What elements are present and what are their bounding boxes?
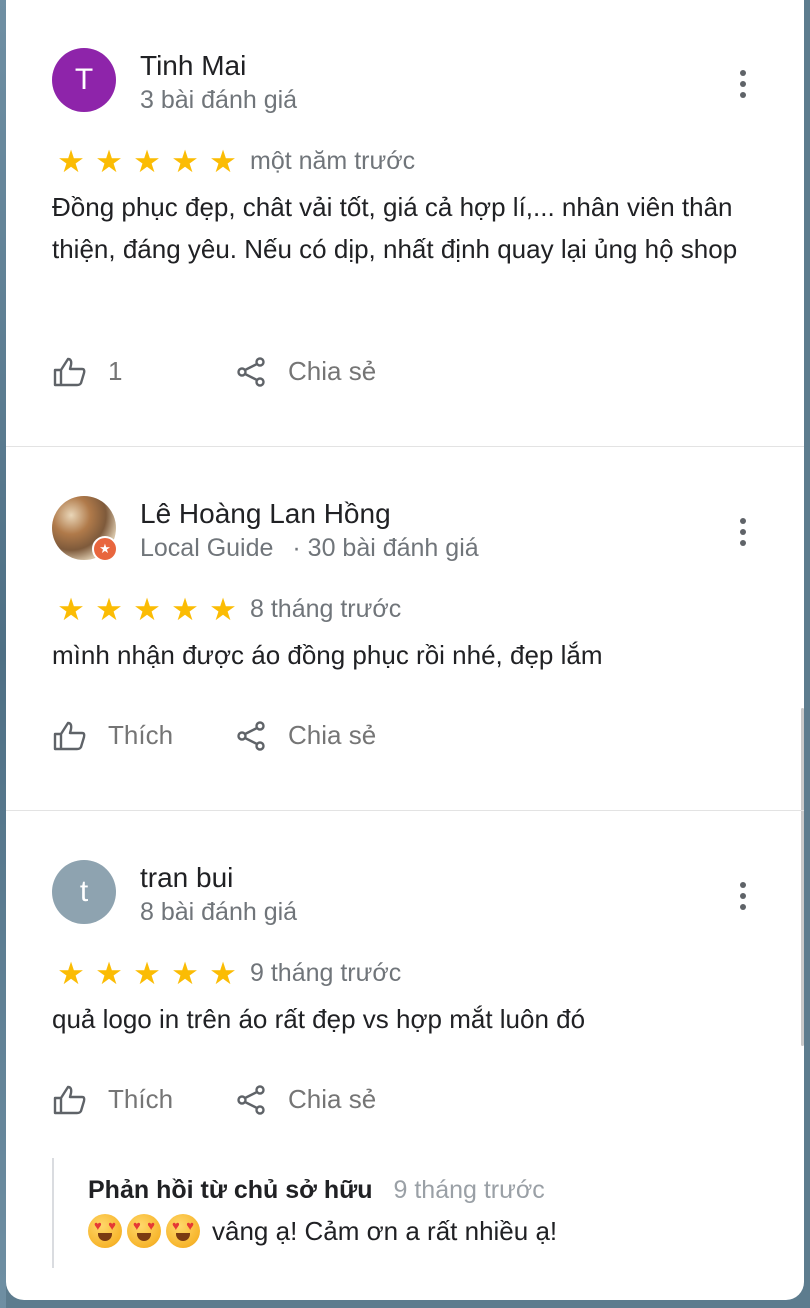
review-text: quả logo in trên áo rất đẹp vs hợp mắt l… [52,1004,586,1034]
thumbs-up-icon [53,357,86,386]
avatar[interactable]: T [52,48,116,112]
avatar[interactable]: ★ [52,496,118,562]
share-label: Chia sẻ [288,356,377,386]
star-icon: ★ [171,592,199,627]
rating-row: ★ ★ ★ ★ ★ 9 tháng trước [52,958,401,989]
rating-row: ★ ★ ★ ★ ★ một năm trước [52,146,415,177]
star-icon: ★ [95,592,123,627]
reviews-panel: T Tinh Mai 3 bài đánh giá ★ ★ ★ ★ ★ một … [6,0,804,1300]
reviewer-name[interactable]: tran bui [140,862,233,894]
heart-eyes-icon [166,1214,200,1248]
share-label: Chia sẻ [288,720,377,750]
like-label: 1 [108,356,123,386]
like-label: Thích [108,720,174,750]
star-icon: ★ [57,956,85,991]
review-time: 9 tháng trước [250,959,402,987]
review-count: 8 bài đánh giá [140,898,298,926]
star-icon: ★ [209,592,237,627]
heart-eyes-icon [127,1214,161,1248]
share-button[interactable]: Chia sẻ [236,356,376,387]
more-options-icon[interactable] [728,514,758,550]
share-button[interactable]: Chia sẻ [236,720,376,751]
scrollbar[interactable] [801,708,804,1046]
divider [6,446,804,447]
owner-reply-header: Phản hồi từ chủ sở hữu 9 tháng trước [88,1176,545,1205]
divider [6,810,804,811]
owner-reply: Phản hồi từ chủ sở hữu 9 tháng trước vân… [52,1158,754,1268]
reviewer-meta: Local Guide · 30 bài đánh giá [140,534,479,563]
share-icon [237,720,265,751]
share-icon [237,1084,265,1115]
owner-reply-text: vâng ạ! Cảm ơn a rất nhiều ạ! [212,1215,558,1246]
more-options-icon[interactable] [728,878,758,914]
review-time: 8 tháng trước [250,595,402,623]
rating-row: ★ ★ ★ ★ ★ 8 tháng trước [52,594,401,625]
star-icon: ★ [171,956,199,991]
review-time: một năm trước [250,147,416,175]
star-icon: ★ [57,592,85,627]
like-label: Thích [108,1084,174,1114]
local-guide-label: Local Guide [140,534,274,562]
review-text: Đồng phục đẹp, chât vải tốt, giá cả hợp … [52,192,738,264]
star-icon: ★ [209,956,237,991]
local-guide-badge-icon: ★ [92,536,118,562]
star-icon: ★ [133,592,161,627]
thumbs-up-icon [53,721,86,750]
star-icon: ★ [171,144,199,179]
review-text: mình nhận được áo đồng phục rồi nhé, đẹp… [52,640,603,670]
star-icon: ★ [95,956,123,991]
star-icon: ★ [133,144,161,179]
star-icon: ★ [57,144,85,179]
review-count: · 30 bài đánh giá [292,534,479,562]
like-button[interactable]: Thích [52,720,173,751]
share-icon [237,356,265,387]
star-icon: ★ [209,144,237,179]
owner-reply-title: Phản hồi từ chủ sở hữu [88,1176,373,1204]
avatar[interactable]: t [52,860,116,924]
owner-reply-body: vâng ạ! Cảm ơn a rất nhiều ạ! [88,1214,557,1248]
share-button[interactable]: Chia sẻ [236,1084,376,1115]
thumbs-up-icon [53,1085,86,1114]
more-options-icon[interactable] [728,66,758,102]
like-button[interactable]: 1 [52,356,122,387]
share-label: Chia sẻ [288,1084,377,1114]
reviewer-name[interactable]: Lê Hoàng Lan Hồng [140,498,391,530]
heart-eyes-icon [88,1214,122,1248]
owner-reply-time: 9 tháng trước [393,1176,545,1204]
like-button[interactable]: Thích [52,1084,173,1115]
star-icon: ★ [133,956,161,991]
review-count: 3 bài đánh giá [140,86,298,114]
star-icon: ★ [95,144,123,179]
reviewer-name[interactable]: Tinh Mai [140,50,246,82]
